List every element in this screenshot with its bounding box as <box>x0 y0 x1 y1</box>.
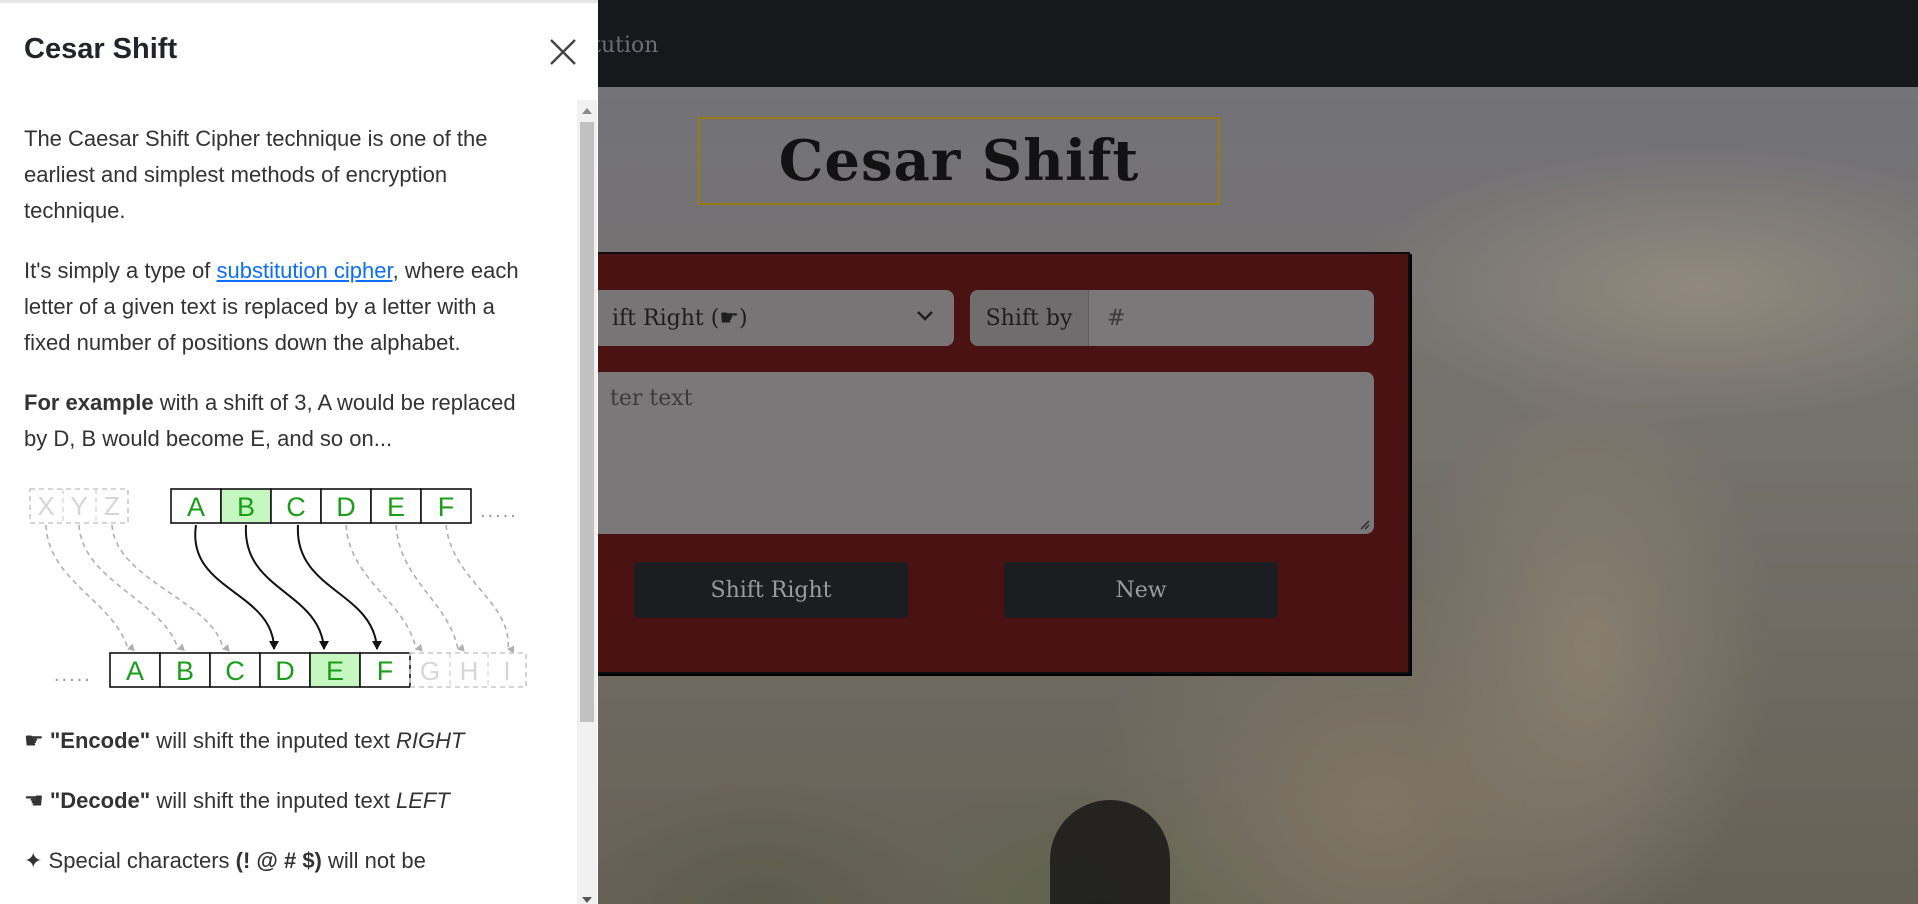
encode-label: "Encode" <box>49 728 151 753</box>
top-faded-z: Z <box>104 491 120 521</box>
bottom-letter-c: C <box>225 656 245 686</box>
bottom-letter-b: B <box>176 656 194 686</box>
top-faded-x: X <box>37 491 54 521</box>
page-title: Cesar Shift <box>778 128 1140 194</box>
encode-text: will shift the inputed text <box>150 728 396 753</box>
direction-select[interactable]: ift Right (☛) <box>592 290 954 346</box>
top-letter-f: F <box>438 492 455 522</box>
special-chars-note: ✦ Special characters (! @ # $) will not … <box>24 843 534 879</box>
drawer-scrollbar[interactable] <box>577 100 597 904</box>
shift-by-input[interactable]: # <box>1089 290 1374 346</box>
bottom-faded-g: G <box>420 656 440 686</box>
example-paragraph: For example with a shift of 3, A would b… <box>24 385 534 457</box>
shift-by-group: Shift by # <box>970 290 1374 346</box>
text-input-placeholder: ter text <box>610 386 693 411</box>
shift-by-label: Shift by <box>970 290 1089 346</box>
bottom-letter-cells: A B C D E F <box>109 652 411 688</box>
bottom-letter-a: A <box>126 656 144 686</box>
example-label: For example <box>24 390 154 415</box>
resize-grip-icon[interactable] <box>1358 518 1370 530</box>
text-input[interactable]: ter text <box>592 372 1374 534</box>
special-text: Special characters <box>42 848 236 873</box>
top-letter-b: B <box>237 492 255 522</box>
drawer-title: Cesar Shift <box>24 33 178 65</box>
special-chars: (! @ # $) <box>235 848 322 873</box>
top-dots: ..... <box>480 500 518 522</box>
bottom-faded-cells: G H I <box>409 652 527 688</box>
top-letter-d: D <box>336 492 356 522</box>
definition-paragraph: It's simply a type of substitution ciphe… <box>24 253 534 361</box>
new-button[interactable]: New <box>1004 562 1278 618</box>
bottom-faded-h: H <box>460 656 479 686</box>
pointing-left-icon: ☚ <box>24 788 44 813</box>
top-letter-a: A <box>187 492 205 522</box>
scroll-thumb[interactable] <box>580 122 594 722</box>
definition-text-start: It's simply a type of <box>24 258 217 283</box>
bottom-letter-f: F <box>377 656 394 686</box>
direction-select-value: ift Right (☛) <box>612 305 748 331</box>
bottom-letter-d: D <box>275 656 295 686</box>
substitution-cipher-link[interactable]: substitution cipher <box>217 258 393 283</box>
special-text-end: will not be <box>321 848 426 873</box>
page-title-box: Cesar Shift <box>698 117 1220 205</box>
intro-paragraph: The Caesar Shift Cipher technique is one… <box>24 126 488 223</box>
chevron-down-icon <box>917 311 933 321</box>
scroll-up-arrow-icon[interactable] <box>582 108 592 114</box>
top-letter-c: C <box>286 492 306 522</box>
pointing-right-icon: ☛ <box>24 728 44 753</box>
encode-note: ☛ "Encode" will shift the inputed text R… <box>24 723 534 759</box>
scroll-down-arrow-icon[interactable] <box>582 897 592 903</box>
top-faded-y: Y <box>70 491 87 521</box>
sparkle-icon: ✦ <box>24 848 43 873</box>
shift-diagram: X Y Z A B C D E F ..... ..... A B C D E … <box>29 488 527 688</box>
top-faded-cells: X Y Z <box>29 488 129 524</box>
bottom-dots: ..... <box>54 664 92 686</box>
help-drawer: Cesar Shift The Caesar Shift Cipher tech… <box>0 0 598 904</box>
close-icon[interactable] <box>548 37 578 67</box>
encode-direction: RIGHT <box>395 728 465 753</box>
shift-right-button[interactable]: Shift Right <box>634 562 908 618</box>
decode-text: will shift the inputed text <box>150 788 396 813</box>
decode-direction: LEFT <box>396 788 450 813</box>
top-letter-cells: A B C D E F <box>170 488 472 524</box>
bottom-faded-i: I <box>503 656 510 686</box>
drawer-body: The Caesar Shift Cipher technique is one… <box>24 121 534 903</box>
decode-note: ☚ "Decode" will shift the inputed text L… <box>24 783 534 819</box>
cipher-panel: ift Right (☛) Shift by # ter text Shift … <box>560 252 1410 674</box>
bottom-letter-e: E <box>326 656 344 686</box>
top-letter-e: E <box>387 492 405 522</box>
decode-label: "Decode" <box>49 788 151 813</box>
